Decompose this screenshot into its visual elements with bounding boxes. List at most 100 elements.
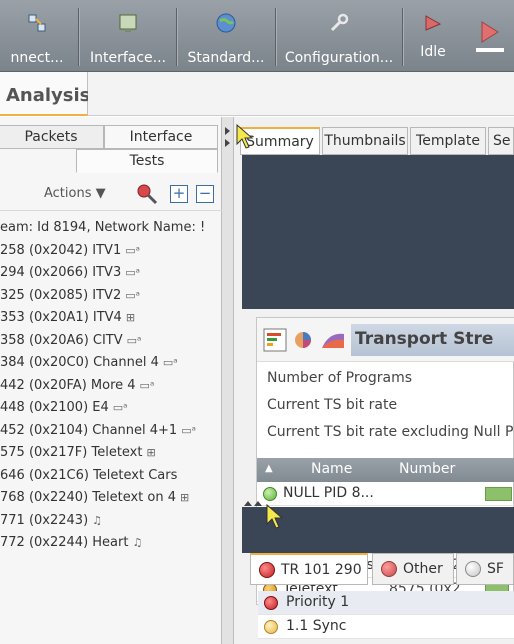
status-red-icon (264, 596, 278, 610)
area-chart-icon[interactable] (321, 330, 345, 354)
collapse-icon[interactable]: − (196, 185, 214, 203)
main-toolbar: nnect... Interface... Standard... Config… (0, 0, 514, 72)
toolbar-separator (78, 8, 79, 66)
tab-template-label: Template (416, 133, 480, 149)
tree-item-label: 772 (0x2244) Heart (0, 535, 129, 550)
tree-item[interactable]: 294 (0x2066) ITV3 ▭ᵃ (0, 262, 222, 285)
tree-item[interactable]: eam: Id 8194, Network Name: ! (0, 217, 222, 240)
tree-item[interactable]: 771 (0x2243) ♫ (0, 510, 222, 533)
tr-row-label: 1.1 Sync (286, 618, 347, 634)
tab-sf[interactable]: SF (456, 553, 514, 585)
tab-thumbnails-label: Thumbnails (324, 133, 406, 149)
connect-icon (26, 12, 48, 34)
tree-item[interactable]: 646 (0x21C6) Teletext Cars (0, 465, 222, 488)
tree-item-label: 646 (0x21C6) Teletext Cars (0, 467, 178, 483)
left-panel: Packets Interface Tests Actions ▼ + − ea… (0, 117, 222, 644)
actions-bar: Actions ▼ + − (0, 177, 222, 211)
sort-arrow-icon[interactable]: ▲ (265, 463, 273, 474)
tree-item[interactable]: 768 (0x2240) Teletext on 4 ⊞ (0, 487, 222, 510)
idle-icon (422, 12, 444, 34)
configuration-button[interactable]: Configuration... (279, 6, 399, 68)
tab-other-label: Other (403, 561, 443, 577)
column-name[interactable]: Name (311, 461, 352, 477)
interface-label: Interface... (89, 50, 167, 66)
mouse-cursor-icon (236, 124, 254, 149)
tr-row[interactable]: 1.1 Sync (258, 615, 514, 639)
tree-item-label: 768 (0x2240) Teletext on 4 (0, 490, 176, 505)
tab-other[interactable]: Other (372, 553, 454, 585)
tree-item-label: 448 (0x2100) E4 (0, 400, 109, 415)
tree-item[interactable]: 575 (0x217F) Teletext ⊞ (0, 442, 222, 465)
info-number-of-programs: Number of Programs (267, 370, 412, 386)
tree-item-label: 384 (0x20C0) Channel 4 (0, 355, 159, 370)
tree-item-label: 442 (0x20FA) More 4 (0, 377, 136, 393)
right-area: Summary Thumbnails Template Se Transport… (234, 117, 514, 644)
magnify-icon[interactable] (136, 183, 158, 209)
panel-splitter[interactable] (222, 117, 234, 644)
pie-chart-icon[interactable] (293, 330, 313, 354)
tree-item[interactable]: 384 (0x20C0) Channel 4 ▭ᵃ (0, 352, 222, 375)
tv-icon: ▭ᵃ (139, 378, 155, 392)
ts-title: Transport Stre (355, 329, 494, 349)
tv-icon: ▭ᵃ (181, 423, 196, 437)
tab-thumbnails[interactable]: Thumbnails (322, 127, 408, 155)
play-button[interactable] (476, 14, 504, 54)
tab-sf-label: SF (487, 561, 504, 577)
program-table-header: ▲ Name Number (257, 458, 514, 482)
tr101290-list: Priority 1 1.1 Sync (258, 591, 514, 639)
tv-icon: ▭ᵃ (126, 333, 142, 347)
status-yellow-icon (264, 620, 278, 634)
tab-analysis[interactable]: Analysis (0, 72, 91, 116)
idle-button[interactable]: Idle (410, 6, 456, 68)
play-icon (476, 21, 504, 52)
tv-icon: ▭ᵃ (162, 356, 178, 369)
tree-item-label: 325 (0x2085) ITV2 (0, 287, 122, 303)
tab-tests-label: Tests (129, 153, 165, 169)
tab-tr101290[interactable]: TR 101 290 (250, 553, 368, 585)
ts-header: Transport Stre (257, 318, 514, 362)
info-ts-bit-rate: Current TS bit rate (267, 397, 398, 413)
interface-icon (117, 12, 139, 34)
tab-template[interactable]: Template (410, 127, 486, 155)
tree-item[interactable]: 772 (0x2244) Heart ♫ (0, 532, 222, 555)
tab-summary-label: Summary (246, 134, 314, 150)
tab-interface-label: Interface (129, 129, 193, 145)
tree-item-label: 575 (0x217F) Teletext (0, 445, 143, 460)
toolbar-separator (402, 8, 403, 66)
tr-row-label: Priority 1 (286, 594, 350, 610)
connect-label: nnect... (10, 50, 64, 66)
wrench-icon (328, 12, 350, 34)
tree-item[interactable]: 452 (0x2104) Channel 4+1 ▭ᵃ (0, 420, 222, 443)
status-red-icon (381, 561, 397, 577)
tree-item[interactable]: 448 (0x2100) E4 ▭ᵃ (0, 397, 222, 420)
tree-item[interactable]: 258 (0x2042) ITV1 ▭ᵃ (0, 240, 222, 263)
tv-icon: ▭ᵃ (125, 243, 140, 257)
column-number[interactable]: Number (399, 461, 455, 477)
tree-item[interactable]: 442 (0x20FA) More 4 ▭ᵃ (0, 375, 222, 398)
bar-chart-icon[interactable] (263, 328, 287, 356)
ts-title-bar: Transport Stre (351, 324, 514, 356)
standard-button[interactable]: Standard... (180, 6, 272, 68)
status-red-icon (259, 562, 275, 578)
interface-button[interactable]: Interface... (82, 6, 174, 68)
tree-item[interactable]: 325 (0x2085) ITV2 ▭ᵃ (0, 285, 222, 308)
idle-label: Idle (420, 44, 446, 60)
tv-icon: ▭ᵃ (125, 288, 140, 302)
splitter-arrows-icon (225, 127, 230, 147)
mouse-cursor-icon (266, 504, 284, 529)
connect-button[interactable]: nnect... (0, 6, 74, 68)
actions-menu-button[interactable]: Actions ▼ (44, 186, 106, 201)
tab-interface[interactable]: Interface (104, 125, 218, 149)
tab-packets[interactable]: Packets (0, 125, 104, 149)
tree-item[interactable]: 358 (0x20A6) CITV ▭ᵃ (0, 330, 222, 353)
expand-icon[interactable]: + (170, 185, 188, 203)
service-tree: eam: Id 8194, Network Name: ! 258 (0x2042… (0, 217, 222, 555)
tab-tr101290-label: TR 101 290 (281, 562, 362, 578)
tab-se[interactable]: Se (488, 127, 514, 155)
tr-row[interactable]: Priority 1 (258, 591, 514, 615)
analysis-tab-label: Analysis (6, 85, 91, 106)
tree-item[interactable]: 353 (0x20A1) ITV4 ⊞ (0, 307, 222, 330)
tab-tests[interactable]: Tests (76, 149, 218, 173)
globe-icon (215, 12, 237, 34)
tree-item-label: 353 (0x20A1) ITV4 (0, 310, 122, 325)
